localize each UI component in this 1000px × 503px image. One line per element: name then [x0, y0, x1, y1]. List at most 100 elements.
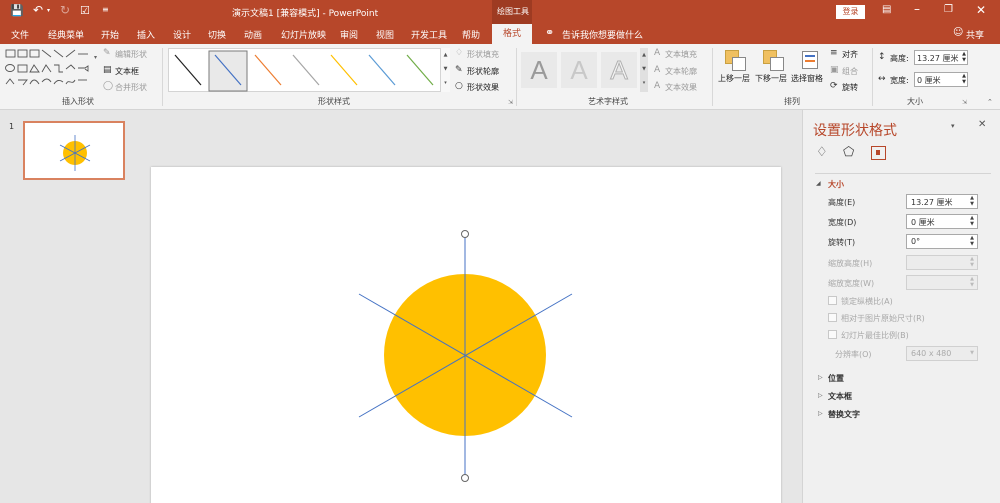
selection-handle-top[interactable] — [461, 230, 469, 238]
width-input[interactable]: 0 厘米 ▲ ▼ — [906, 214, 978, 229]
shape-outline-button[interactable]: 形状轮廓 — [467, 66, 499, 77]
pane-options-icon[interactable]: ▾ — [951, 122, 955, 130]
login-button[interactable]: 登录 — [836, 5, 865, 19]
alt-text-expand-icon[interactable]: ▷ — [818, 410, 823, 417]
tab-format[interactable]: 格式 — [492, 24, 532, 44]
tab-animations[interactable]: 动画 — [244, 28, 262, 41]
relative-original-checkbox[interactable] — [828, 313, 837, 322]
position-section-header[interactable]: 位置 — [828, 373, 844, 384]
send-backward-button[interactable]: 下移一层 — [755, 73, 787, 84]
selection-pane-button[interactable]: 选择窗格 — [791, 73, 823, 84]
align-icon[interactable]: ≡ — [830, 48, 838, 58]
customize-qat-icon[interactable]: ≡ — [102, 5, 109, 14]
shape-fill-button[interactable]: 形状填充 — [467, 49, 499, 60]
undo-dropdown-icon[interactable]: ▾ — [47, 7, 50, 14]
alt-text-section-header[interactable]: 替换文字 — [828, 409, 860, 420]
width-spinner-icon[interactable]: ▲ ▼ — [962, 73, 966, 85]
shape-styles-gallery[interactable] — [168, 48, 450, 92]
scale-width-spinner[interactable]: ▲ ▼ — [968, 276, 976, 289]
height-input[interactable]: 13.27 厘米 ▲ ▼ — [906, 194, 978, 209]
group-icon[interactable]: ▣ — [830, 65, 839, 75]
tab-insert[interactable]: 插入 — [137, 28, 155, 41]
group-button[interactable]: 组合 — [842, 66, 858, 77]
rotation-input[interactable]: 0° ▲ ▼ — [906, 234, 978, 249]
text-outline-icon[interactable]: A — [654, 65, 660, 75]
resolution-dropdown-icon[interactable]: ▼ — [968, 347, 976, 360]
ribbon-display-icon[interactable]: ▤ — [882, 4, 891, 15]
size-properties-icon[interactable] — [871, 146, 886, 160]
slide-thumbnail[interactable] — [23, 121, 125, 180]
tab-home[interactable]: 开始 — [101, 28, 119, 41]
shape-styles-launcher-icon[interactable]: ⇲ — [508, 99, 513, 106]
align-button[interactable]: 对齐 — [842, 49, 858, 60]
shape-styles-scroll[interactable]: ▲ ▼ ▾ — [440, 48, 450, 92]
send-backward-icon[interactable] — [759, 48, 791, 72]
rotation-spinner[interactable]: ▲ ▼ — [968, 235, 976, 248]
tab-slideshow[interactable]: 幻灯片放映 — [281, 28, 326, 41]
tab-help[interactable]: 帮助 — [462, 28, 480, 41]
restore-icon[interactable]: ❐ — [944, 4, 953, 15]
tab-developer[interactable]: 开发工具 — [411, 28, 447, 41]
text-effects-button[interactable]: 文本效果 — [665, 82, 697, 93]
text-fill-icon[interactable]: A — [654, 48, 660, 58]
tab-file[interactable]: 文件 — [11, 28, 29, 41]
pen-outline-icon[interactable]: ✎ — [455, 65, 463, 75]
effects-pentagon-icon[interactable]: ⬠ — [843, 145, 854, 160]
scale-height-input[interactable]: ▲ ▼ — [906, 255, 978, 270]
share-button[interactable]: 共享 — [966, 28, 984, 41]
close-icon[interactable]: ✕ — [976, 3, 986, 17]
height-spinner-icon[interactable]: ▲ ▼ — [962, 51, 966, 63]
gallery-scroll-icon[interactable]: ▾ — [94, 54, 97, 61]
tab-view[interactable]: 视图 — [376, 28, 394, 41]
scale-height-spinner[interactable]: ▲ ▼ — [968, 256, 976, 269]
shapes-gallery[interactable] — [4, 48, 99, 92]
paint-bucket-icon[interactable]: ♢ — [455, 48, 463, 58]
minimize-icon[interactable]: – — [914, 2, 920, 16]
pane-close-icon[interactable]: ✕ — [978, 119, 986, 130]
textbox-section-header[interactable]: 文本框 — [828, 391, 852, 402]
rotate-icon[interactable]: ⟳ — [830, 81, 838, 91]
text-effects-icon[interactable]: A — [654, 81, 660, 91]
tab-design[interactable]: 设计 — [173, 28, 191, 41]
position-expand-icon[interactable]: ▷ — [818, 374, 823, 381]
selection-handle-bottom[interactable] — [461, 474, 469, 482]
edit-shape-button[interactable]: 编辑形状 — [115, 49, 147, 60]
tab-classic-menu[interactable]: 经典菜单 — [48, 28, 84, 41]
bring-forward-icon[interactable] — [721, 48, 753, 72]
size-section-header[interactable]: 大小 — [828, 179, 844, 190]
search-hint[interactable]: 告诉我你想要做什么 — [562, 28, 643, 41]
wordart-style-2[interactable]: A — [561, 52, 597, 88]
lock-aspect-checkbox[interactable] — [828, 296, 837, 305]
shape-effects-icon[interactable]: ○ — [455, 81, 463, 91]
height-spinner[interactable]: ▲ ▼ — [968, 195, 976, 208]
text-box-button[interactable]: 文本框 — [115, 66, 139, 77]
wordart-style-1[interactable]: A — [521, 52, 557, 88]
wordart-scroll[interactable]: ▲ ▼ ▾ — [640, 48, 648, 92]
presentation-icon[interactable]: ☑ — [80, 4, 90, 17]
slide-canvas[interactable] — [151, 167, 781, 503]
selection-pane-icon[interactable] — [797, 48, 823, 72]
textbox-expand-icon[interactable]: ▷ — [818, 392, 823, 399]
redo-icon[interactable]: ↻ — [60, 3, 70, 17]
edit-shape-icon[interactable]: ✎ — [103, 48, 111, 58]
best-scale-checkbox[interactable] — [828, 330, 837, 339]
tab-transitions[interactable]: 切换 — [208, 28, 226, 41]
undo-icon[interactable]: ↶ — [33, 3, 43, 17]
ribbon-height-input[interactable]: 13.27 厘米 ▲ ▼ — [914, 50, 968, 65]
resolution-select[interactable]: 640 x 480 ▼ — [906, 346, 978, 361]
text-box-icon[interactable]: ▤ — [103, 65, 112, 75]
text-outline-button[interactable]: 文本轮廓 — [665, 66, 697, 77]
tab-review[interactable]: 审阅 — [340, 28, 358, 41]
collapse-ribbon-icon[interactable]: ⌃ — [987, 98, 993, 106]
merge-shapes-icon[interactable]: ◯ — [103, 81, 113, 91]
size-launcher-icon[interactable]: ⇲ — [962, 99, 967, 106]
rotate-button[interactable]: 旋转 — [842, 82, 858, 93]
merge-shapes-button[interactable]: 合并形状 — [115, 82, 147, 93]
fill-line-icon[interactable]: ♢ — [816, 145, 828, 160]
bring-forward-button[interactable]: 上移一层 — [718, 73, 750, 84]
save-icon[interactable]: 💾 — [10, 4, 24, 17]
shape-effects-button[interactable]: 形状效果 — [467, 82, 499, 93]
width-spinner[interactable]: ▲ ▼ — [968, 215, 976, 228]
size-section-expand-icon[interactable]: ◢ — [816, 180, 821, 187]
ribbon-width-input[interactable]: 0 厘米 ▲ ▼ — [914, 72, 968, 87]
